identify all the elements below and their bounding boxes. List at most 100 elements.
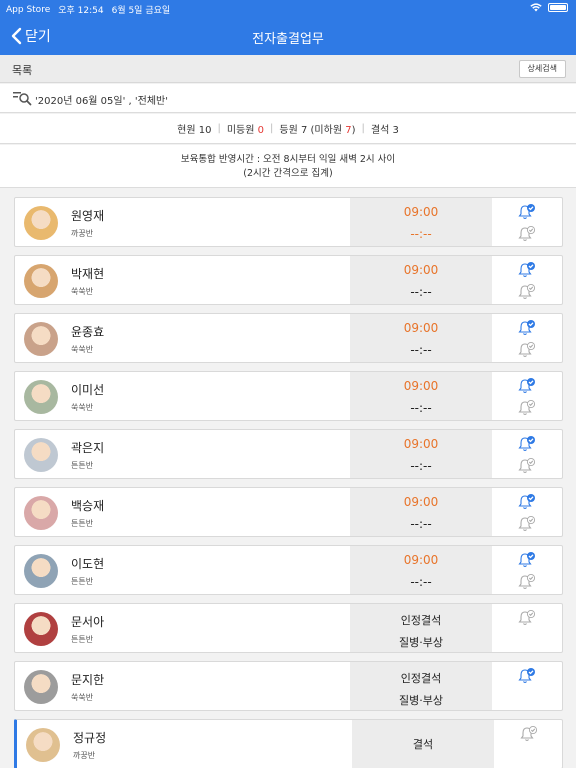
bell-sent-icon[interactable] xyxy=(517,667,535,685)
search-summary[interactable]: '2020년 06월 05일' , '전체반' xyxy=(0,84,576,113)
bell-icon[interactable] xyxy=(517,341,536,359)
bell-icon[interactable] xyxy=(517,399,536,417)
child-avatar xyxy=(24,496,58,530)
carrier-label: App Store xyxy=(6,4,51,15)
attendance-box[interactable]: 09:00 --:-- xyxy=(350,372,492,420)
bell-sent-icon[interactable] xyxy=(517,319,535,337)
battery-icon xyxy=(548,3,568,12)
check-in-time: 09:00 xyxy=(403,553,439,567)
attendance-stats: 현원 10 | 미등원 0 | 등원 7 (미하원 7) | 결석 3 xyxy=(0,114,576,144)
child-card[interactable]: 이미선쑥쑥반 09:00 --:-- xyxy=(14,371,563,421)
check-in-time: 09:00 xyxy=(403,205,439,219)
attendance-box[interactable]: 인정결석 질병·부상 xyxy=(350,662,492,710)
check-in-time: 09:00 xyxy=(403,379,439,393)
child-card[interactable]: 윤종효쑥쑥반 09:00 --:-- xyxy=(14,313,563,363)
check-in-time: 09:00 xyxy=(403,437,439,451)
bell-sent-icon[interactable] xyxy=(517,435,535,453)
child-name: 이도현 xyxy=(71,557,105,571)
attendance-box[interactable]: 09:00 --:-- xyxy=(350,430,492,478)
child-card[interactable]: 박재현쑥쑥반 09:00 --:-- xyxy=(14,255,563,305)
bell-icon[interactable] xyxy=(517,283,536,301)
child-class: 까꿍반 xyxy=(71,229,94,238)
check-out-time: --:-- xyxy=(410,517,432,531)
attendance-box[interactable]: 09:00 --:-- xyxy=(350,488,492,536)
child-avatar xyxy=(24,612,58,646)
check-out-time: --:-- xyxy=(410,343,432,357)
child-name: 백승재 xyxy=(71,499,105,513)
check-out-time: --:-- xyxy=(410,575,432,589)
status-bar: App Store 오후 12:54 6월 5일 금요일 xyxy=(0,0,576,17)
bell-sent-icon[interactable] xyxy=(517,261,535,279)
status-time: 오후 12:54 xyxy=(58,6,104,16)
bell-icon[interactable] xyxy=(517,573,536,591)
child-avatar xyxy=(24,380,58,414)
child-card[interactable]: 문지한 쑥쑥반 인정결석 질병·부상 xyxy=(14,661,563,711)
child-class: 쑥쑥반 xyxy=(71,403,94,412)
child-name: 박재현 xyxy=(71,267,105,281)
attendance-box[interactable]: 09:00 --:-- xyxy=(350,198,492,246)
stat-current: 현원 10 xyxy=(177,125,212,136)
absence-status: 결석 xyxy=(412,738,434,751)
attendance-box[interactable]: 09:00 --:-- xyxy=(350,256,492,304)
bell-sent-icon[interactable] xyxy=(517,493,535,511)
reflection-notice: 보육통합 반영시간 : 오전 8시부터 익일 새벽 2시 사이 (2시간 간격으… xyxy=(0,145,576,188)
check-out-time: --:-- xyxy=(410,227,432,241)
child-class: 까꿍반 xyxy=(73,751,96,760)
status-date: 6월 5일 금요일 xyxy=(111,6,171,16)
bell-icon[interactable] xyxy=(517,515,536,533)
check-out-time: --:-- xyxy=(410,285,432,299)
divider: | xyxy=(217,123,221,134)
list-header: 목록 상세검색 xyxy=(0,55,576,83)
detail-search-button[interactable]: 상세검색 xyxy=(518,60,566,78)
child-card[interactable]: 문서아튼튼반 인정결석질병·부상 xyxy=(14,603,563,653)
child-avatar xyxy=(24,206,58,240)
bell-sent-icon[interactable] xyxy=(517,203,535,221)
child-class: 튼튼반 xyxy=(71,461,94,470)
child-avatar xyxy=(24,554,58,588)
absence-type: 인정결석 xyxy=(400,672,442,685)
attendance-box[interactable]: 인정결석질병·부상 xyxy=(350,604,492,652)
child-name: 윤종효 xyxy=(71,325,105,339)
bell-icon[interactable] xyxy=(519,725,538,743)
child-class: 튼튼반 xyxy=(71,577,94,586)
stat-unregistered: 미등원 0 xyxy=(226,125,264,136)
check-in-time: 09:00 xyxy=(403,495,439,509)
child-card[interactable]: 이도현튼튼반 09:00 --:-- xyxy=(14,545,563,595)
child-class: 쑥쑥반 xyxy=(71,693,94,702)
divider: | xyxy=(270,123,274,134)
notice-line-1: 보육통합 반영시간 : 오전 8시부터 익일 새벽 2시 사이 xyxy=(180,154,396,165)
child-card[interactable]: 곽은지튼튼반 09:00 --:-- xyxy=(14,429,563,479)
absence-reason: 질병·부상 xyxy=(399,636,443,649)
nav-bar: 닫기 전자출결업무 xyxy=(0,17,576,55)
check-in-time: 09:00 xyxy=(403,321,439,335)
child-name: 원영재 xyxy=(71,209,105,223)
check-in-time: 09:00 xyxy=(403,263,439,277)
child-card[interactable]: 정규정까꿍반 결석 xyxy=(14,719,563,768)
bell-icon[interactable] xyxy=(517,457,536,475)
search-query: '2020년 06월 05일' , '전체반' xyxy=(35,96,168,107)
absence-type: 인정결석 xyxy=(400,614,442,627)
bell-icon[interactable] xyxy=(517,609,536,627)
list-title: 목록 xyxy=(12,64,33,77)
stat-registered: 등원 7 (미하원 7) xyxy=(279,125,356,136)
bell-sent-icon[interactable] xyxy=(517,377,535,395)
attendance-box[interactable]: 09:00 --:-- xyxy=(350,314,492,362)
attendance-box[interactable]: 결석 xyxy=(352,720,494,768)
child-name: 문서아 xyxy=(71,615,105,629)
page-title: 전자출결업무 xyxy=(252,32,324,47)
child-name: 이미선 xyxy=(71,383,105,397)
child-avatar xyxy=(24,670,58,704)
child-card[interactable]: 백승재 튼튼반 09:00 --:-- xyxy=(14,487,563,537)
child-avatar xyxy=(24,264,58,298)
bell-icon[interactable] xyxy=(517,225,536,243)
divider: | xyxy=(361,123,365,134)
attendance-box[interactable]: 09:00 --:-- xyxy=(350,546,492,594)
child-card[interactable]: 원영재까꿍반 09:00 --:-- xyxy=(14,197,563,247)
child-class: 쑥쑥반 xyxy=(71,287,94,296)
notice-line-2: (2시간 간격으로 집계) xyxy=(243,168,333,179)
bell-sent-icon[interactable] xyxy=(517,551,535,569)
child-class: 쑥쑥반 xyxy=(71,345,94,354)
child-name: 정규정 xyxy=(73,731,107,745)
child-name: 곽은지 xyxy=(71,441,105,455)
child-class: 튼튼반 xyxy=(71,635,94,644)
